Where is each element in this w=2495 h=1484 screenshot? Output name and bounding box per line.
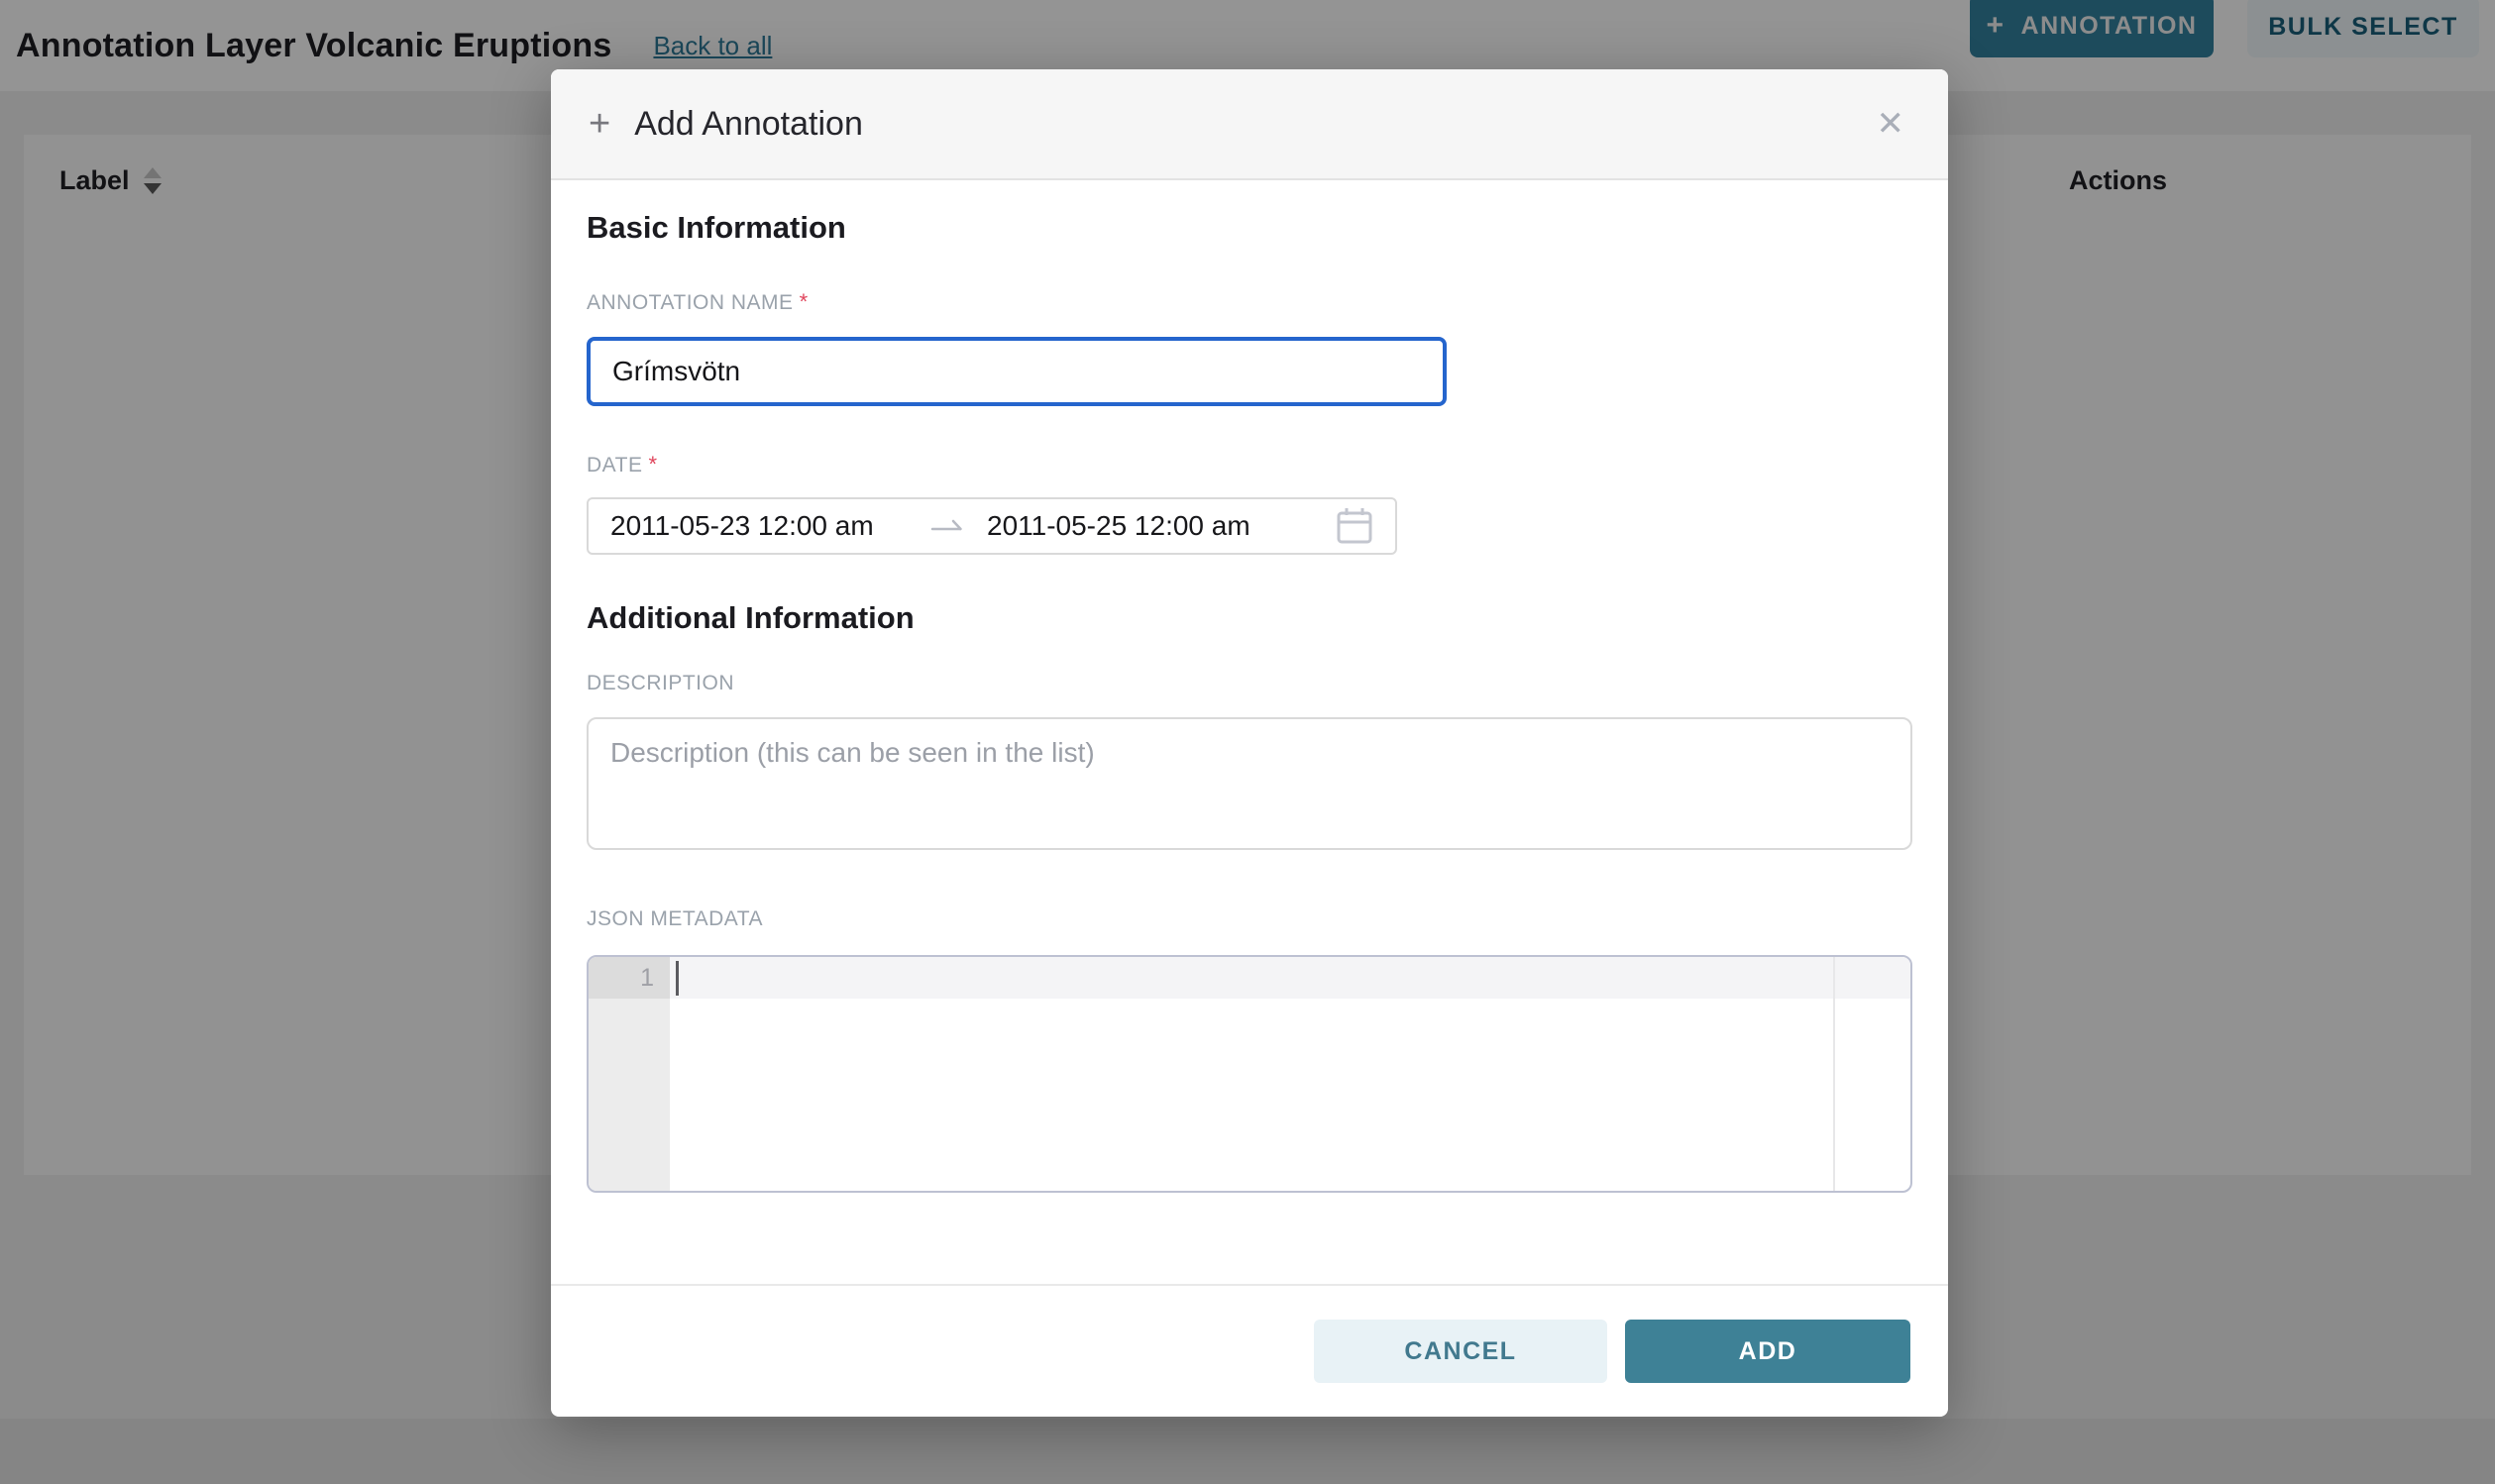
modal-body: Basic Information ANNOTATION NAME * DATE *…: [551, 180, 1948, 1284]
date-end-value[interactable]: 2011-05-25 12:00 am: [987, 510, 1284, 542]
required-asterisk: *: [800, 289, 809, 314]
add-button[interactable]: ADD: [1625, 1320, 1910, 1383]
json-metadata-editor[interactable]: 1: [587, 955, 1912, 1193]
section-heading-additional: Additional Information: [587, 600, 1912, 636]
calendar-icon[interactable]: [1336, 506, 1373, 546]
date-label: DATE *: [587, 452, 1912, 477]
close-icon[interactable]: ✕: [1871, 101, 1911, 147]
annotation-name-label: ANNOTATION NAME *: [587, 289, 1912, 315]
description-textarea[interactable]: [587, 717, 1912, 850]
annotation-name-label-text: ANNOTATION NAME: [587, 291, 794, 314]
required-asterisk: *: [648, 452, 657, 477]
json-metadata-label: JSON METADATA: [587, 907, 1912, 931]
editor-active-line: [670, 957, 1910, 999]
description-label: DESCRIPTION: [587, 672, 1912, 695]
date-label-text: DATE: [587, 454, 642, 477]
section-heading-basic: Basic Information: [587, 210, 1912, 246]
editor-text-cursor: [676, 961, 679, 996]
editor-print-margin: [1833, 957, 1835, 1191]
swap-right-arrow-icon: [908, 516, 987, 536]
annotation-name-input[interactable]: [587, 337, 1447, 406]
modal-footer: CANCEL ADD: [551, 1284, 1948, 1417]
editor-line-number: 1: [589, 957, 670, 999]
cancel-button[interactable]: CANCEL: [1314, 1320, 1607, 1383]
date-start-value[interactable]: 2011-05-23 12:00 am: [610, 510, 908, 542]
add-annotation-modal: + Add Annotation ✕ Basic Information ANN…: [551, 69, 1948, 1417]
date-range-picker[interactable]: 2011-05-23 12:00 am 2011-05-25 12:00 am: [587, 497, 1397, 555]
modal-title: Add Annotation: [634, 105, 863, 144]
modal-header: + Add Annotation ✕: [551, 69, 1948, 180]
plus-icon: +: [589, 105, 610, 143]
